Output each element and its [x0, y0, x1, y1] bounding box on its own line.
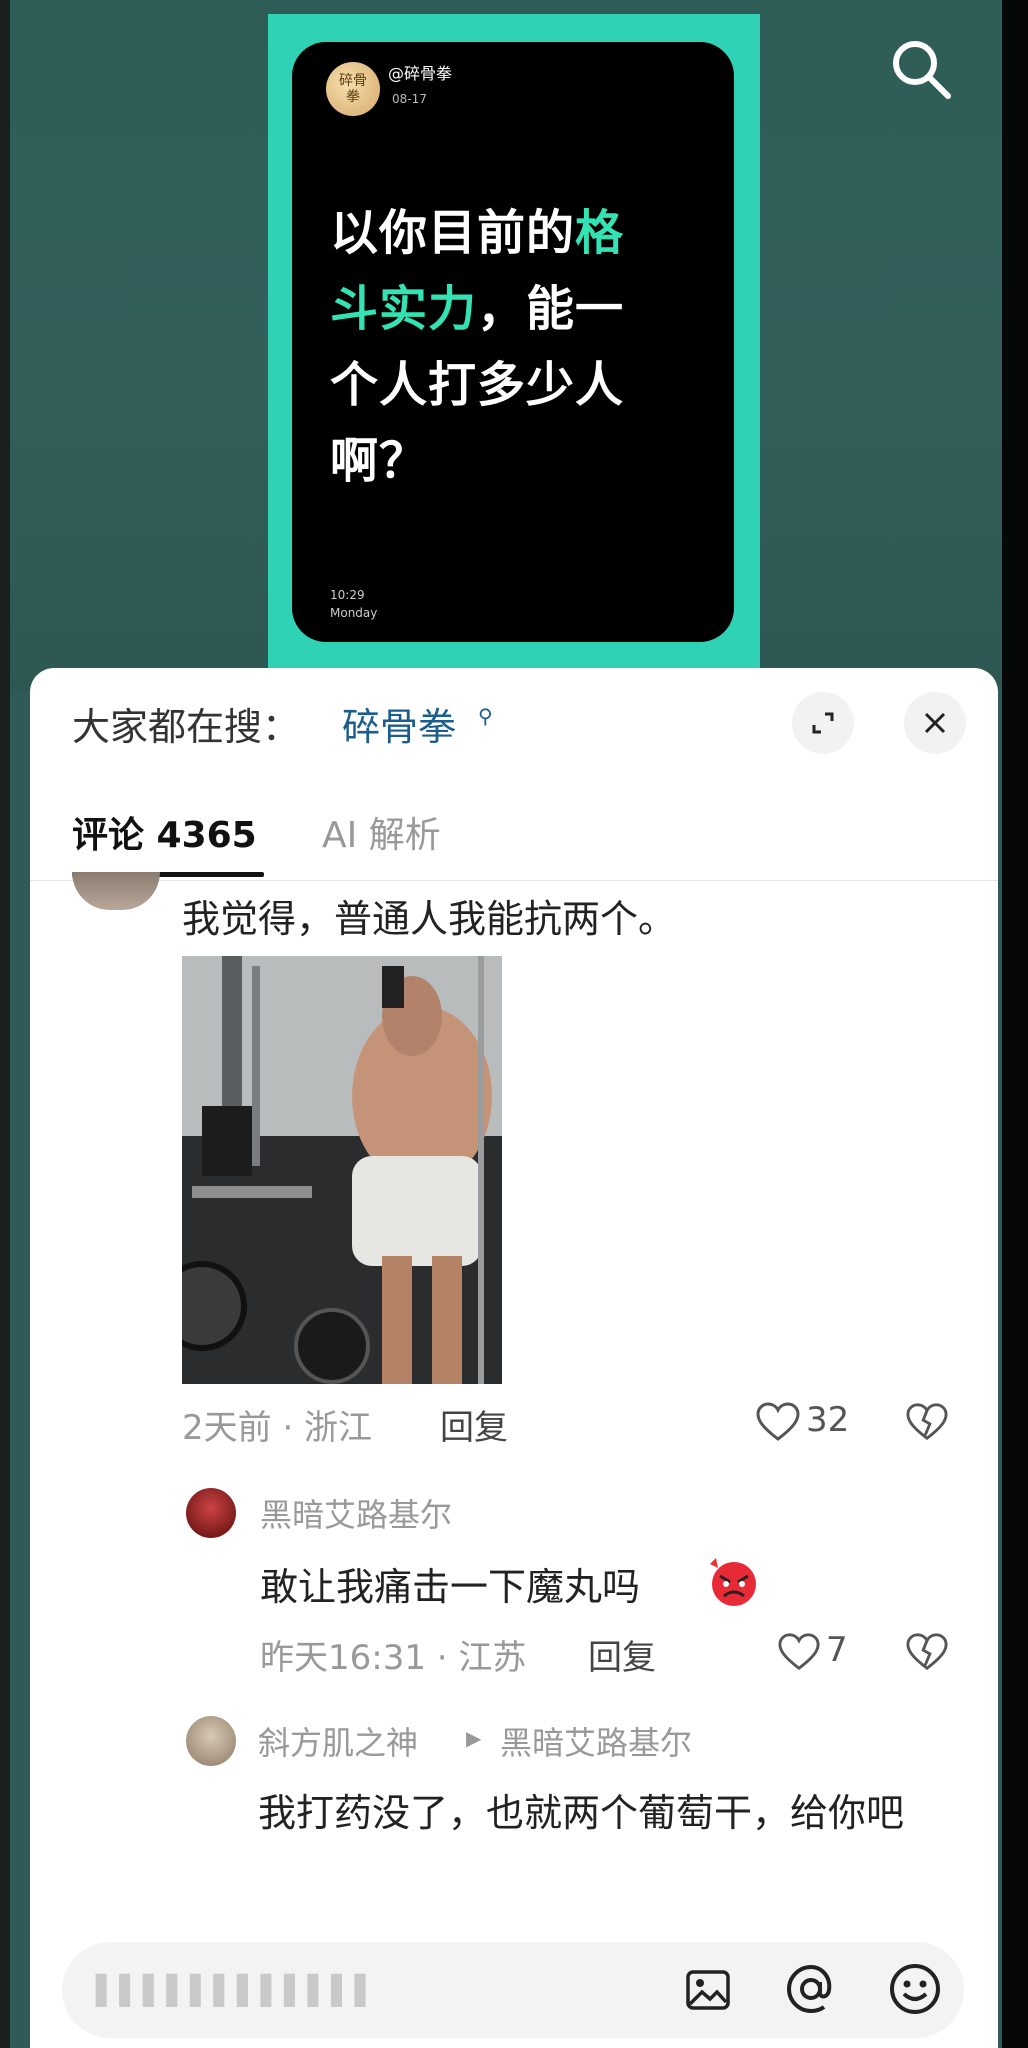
- avatar[interactable]: [186, 1488, 236, 1538]
- at-mention-icon[interactable]: [784, 1962, 838, 2016]
- avatar[interactable]: [186, 1716, 236, 1766]
- comment-text: 我觉得，普通人我能抗两个。: [182, 897, 677, 941]
- close-icon: [924, 712, 946, 734]
- search-term-icon: ⚲: [478, 704, 493, 728]
- poster-avatar-text: 碎骨拳: [339, 73, 367, 105]
- poster-line3: 个人打多少人: [330, 357, 625, 413]
- broken-heart-icon[interactable]: [906, 1402, 948, 1442]
- poster-handle: @碎骨拳: [388, 64, 453, 83]
- poster-time: 10:29: [330, 588, 365, 602]
- like-count: 7: [826, 1630, 848, 1670]
- reply-target-username[interactable]: 黑暗艾路基尔: [500, 1718, 692, 1764]
- poster-line4: 啊？: [330, 433, 429, 489]
- angry-face-emoji: [710, 1558, 756, 1606]
- image-icon[interactable]: [684, 1966, 732, 2014]
- search-icon[interactable]: [888, 36, 954, 102]
- poster-day: Monday: [330, 606, 378, 620]
- poster-avatar: 碎骨拳: [326, 62, 380, 116]
- left-edge: [0, 0, 10, 2048]
- comment-input-placeholder: ▌▌▌▌▌▌▌▌▌▌▌▌: [96, 1974, 379, 2007]
- heart-icon[interactable]: [756, 1402, 800, 1442]
- search-term-link[interactable]: 碎骨拳: [342, 696, 456, 751]
- reply-button[interactable]: 回复: [440, 1400, 508, 1449]
- heart-icon[interactable]: [778, 1632, 820, 1672]
- reply-meta: 昨天16:31 · 江苏: [260, 1638, 527, 1678]
- expand-button[interactable]: [792, 692, 854, 754]
- poster-headline: 以你目前的格 斗实力，能一 个人打多少人 啊？: [330, 195, 710, 499]
- expand-icon: [812, 712, 834, 734]
- poster-date: 08-17: [392, 92, 427, 106]
- tab-ai-analysis[interactable]: AI 解析: [322, 806, 441, 858]
- comment-meta: 2天前 · 浙江: [182, 1408, 373, 1448]
- poster-line1a: 以你目前的: [330, 205, 576, 261]
- close-button[interactable]: [904, 692, 966, 754]
- reply-text: 敢让我痛击一下魔丸吗: [260, 1565, 641, 1609]
- reply-username[interactable]: 斜方肌之神: [258, 1718, 418, 1764]
- reply-button[interactable]: 回复: [588, 1630, 656, 1679]
- search-prefix: 大家都在搜：: [72, 705, 301, 749]
- tab-divider: [30, 880, 998, 881]
- reply-to-arrow-icon: ▶: [466, 1726, 482, 1750]
- emoji-icon[interactable]: [888, 1962, 942, 2016]
- reply-username[interactable]: 黑暗艾路基尔: [260, 1490, 452, 1536]
- poster-line2a: 斗实力: [330, 281, 478, 337]
- reply-text: 我打药没了，也就两个葡萄干，给你吧: [258, 1791, 905, 1835]
- gym-photo: [182, 956, 502, 1384]
- tab-comments[interactable]: 评论 4365: [72, 806, 257, 858]
- poster-line1b: 格: [575, 205, 625, 261]
- poster-line2b: ，能一: [477, 281, 625, 337]
- broken-heart-icon[interactable]: [906, 1632, 948, 1672]
- right-edge: [1002, 0, 1028, 2048]
- like-count: 32: [806, 1400, 850, 1440]
- comment-photo[interactable]: [182, 956, 502, 1384]
